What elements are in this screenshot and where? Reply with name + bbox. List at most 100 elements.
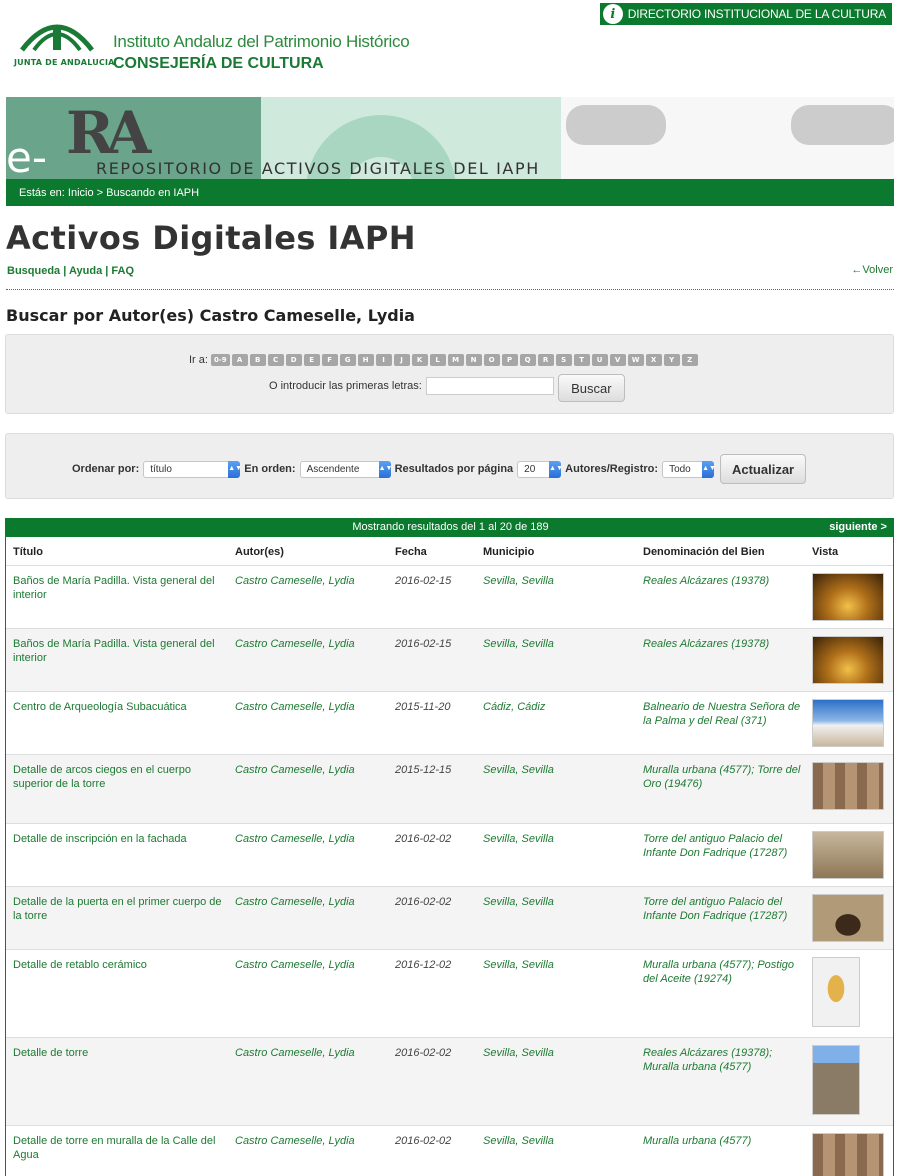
actualizar-button[interactable]: Actualizar bbox=[720, 454, 807, 484]
nav-ayuda-link[interactable]: Ayuda bbox=[69, 265, 102, 277]
letter-button[interactable]: F bbox=[321, 354, 338, 366]
row-title-link[interactable]: Detalle de torre bbox=[13, 1046, 223, 1060]
letter-button[interactable]: N bbox=[465, 354, 482, 366]
row-municipio-link[interactable]: Sevilla, Sevilla bbox=[483, 832, 633, 846]
row-bien-link[interactable]: Torre del antiguo Palacio del Infante Do… bbox=[643, 832, 801, 860]
letter-button[interactable]: S bbox=[555, 354, 572, 366]
row-municipio-link[interactable]: Cádiz, Cádiz bbox=[483, 700, 633, 714]
table-row: Detalle de arcos ciegos en el cuerpo sup… bbox=[6, 755, 893, 824]
row-title-link[interactable]: Baños de María Padilla. Vista general de… bbox=[13, 574, 223, 602]
letter-button[interactable]: T bbox=[573, 354, 590, 366]
row-municipio-link[interactable]: Sevilla, Sevilla bbox=[483, 637, 633, 651]
row-bien-link[interactable]: Balneario de Nuestra Señora de la Palma … bbox=[643, 700, 801, 728]
row-title-link[interactable]: Baños de María Padilla. Vista general de… bbox=[13, 637, 223, 665]
row-municipio-link[interactable]: Sevilla, Sevilla bbox=[483, 1046, 633, 1060]
row-thumbnail[interactable] bbox=[812, 894, 884, 942]
row-author-link[interactable]: Castro Cameselle, Lydia bbox=[235, 895, 385, 909]
row-bien-link[interactable]: Torre del antiguo Palacio del Infante Do… bbox=[643, 895, 801, 923]
order-select[interactable]: Ascendente ▲▼ bbox=[299, 460, 392, 478]
letter-button[interactable]: X bbox=[645, 354, 662, 366]
letter-button[interactable]: G bbox=[339, 354, 356, 366]
row-author-link[interactable]: Castro Cameselle, Lydia bbox=[235, 832, 385, 846]
letter-button[interactable]: Z bbox=[681, 354, 698, 366]
thumbnail-image bbox=[812, 636, 884, 684]
order-by-select[interactable]: título ▲▼ bbox=[143, 460, 242, 478]
nav-faq-link[interactable]: FAQ bbox=[111, 265, 134, 277]
col-denominacion[interactable]: Denominación del Bien bbox=[643, 546, 765, 558]
col-titulo[interactable]: Título bbox=[13, 546, 43, 558]
row-municipio-link[interactable]: Sevilla, Sevilla bbox=[483, 895, 633, 909]
row-municipio-link[interactable]: Sevilla, Sevilla bbox=[483, 958, 633, 972]
col-fecha[interactable]: Fecha bbox=[395, 546, 427, 558]
nav-busqueda-link[interactable]: Busqueda bbox=[7, 265, 60, 277]
junta-andalucia-logo[interactable]: JUNTA DE ANDALUCIA bbox=[14, 10, 114, 74]
letter-button[interactable]: D bbox=[285, 354, 302, 366]
breadcrumb[interactable]: Estás en: Inicio > Buscando en IAPH bbox=[6, 179, 894, 206]
letter-button[interactable]: P bbox=[501, 354, 518, 366]
letter-button[interactable]: B bbox=[249, 354, 266, 366]
letter-button[interactable]: Y bbox=[663, 354, 680, 366]
row-title-link[interactable]: Detalle de la puerta en el primer cuerpo… bbox=[13, 895, 223, 923]
letter-button[interactable]: I bbox=[375, 354, 392, 366]
letter-button[interactable]: C bbox=[267, 354, 284, 366]
institute-name[interactable]: Instituto Andaluz del Patrimonio Históri… bbox=[113, 32, 410, 52]
directorio-link[interactable]: i DIRECTORIO INSTITUCIONAL DE LA CULTURA bbox=[599, 3, 892, 25]
row-title-link[interactable]: Detalle de arcos ciegos en el cuerpo sup… bbox=[13, 763, 223, 791]
letter-button[interactable]: 0-9 bbox=[210, 354, 230, 366]
row-municipio-link[interactable]: Sevilla, Sevilla bbox=[483, 1134, 633, 1148]
row-bien-link[interactable]: Reales Alcázares (19378) bbox=[643, 574, 801, 588]
back-link[interactable]: ←Volver bbox=[851, 264, 893, 276]
row-title-link[interactable]: Detalle de inscripción en la fachada bbox=[13, 832, 223, 846]
row-author-link[interactable]: Castro Cameselle, Lydia bbox=[235, 1134, 385, 1148]
row-bien-link[interactable]: Muralla urbana (4577); Torre del Oro (19… bbox=[643, 763, 801, 791]
row-bien-link[interactable]: Reales Alcázares (19378) bbox=[643, 637, 801, 651]
letter-button[interactable]: U bbox=[591, 354, 608, 366]
letter-button[interactable]: V bbox=[609, 354, 626, 366]
col-municipio[interactable]: Municipio bbox=[483, 546, 534, 558]
letter-button[interactable]: Q bbox=[519, 354, 536, 366]
row-author-link[interactable]: Castro Cameselle, Lydia bbox=[235, 1046, 385, 1060]
row-author-link[interactable]: Castro Cameselle, Lydia bbox=[235, 958, 385, 972]
row-thumbnail[interactable] bbox=[812, 762, 884, 810]
row-thumbnail[interactable] bbox=[812, 957, 860, 1027]
next-page-link[interactable]: siguiente > bbox=[829, 521, 887, 533]
letter-button[interactable]: J bbox=[393, 354, 410, 366]
row-thumbnail[interactable] bbox=[812, 831, 884, 879]
letter-button[interactable]: M bbox=[447, 354, 464, 366]
banner-shape bbox=[566, 105, 666, 145]
consejeria-name[interactable]: CONSEJERÍA DE CULTURA bbox=[113, 55, 324, 73]
per-page-select[interactable]: 20 ▲▼ bbox=[517, 460, 563, 478]
letter-button[interactable]: K bbox=[411, 354, 428, 366]
row-title-link[interactable]: Centro de Arqueología Subacuática bbox=[13, 700, 223, 714]
authors-select[interactable]: Todo ▲▼ bbox=[662, 460, 716, 478]
row-municipio-link[interactable]: Sevilla, Sevilla bbox=[483, 763, 633, 777]
letter-button[interactable]: W bbox=[627, 354, 644, 366]
row-thumbnail[interactable] bbox=[812, 1133, 884, 1176]
buscar-button[interactable]: Buscar bbox=[557, 374, 625, 402]
row-title-link[interactable]: Detalle de retablo cerámico bbox=[13, 958, 223, 972]
row-thumbnail[interactable] bbox=[812, 1045, 860, 1115]
table-body: Baños de María Padilla. Vista general de… bbox=[6, 566, 893, 1176]
letter-button[interactable]: R bbox=[537, 354, 554, 366]
row-thumbnail[interactable] bbox=[812, 699, 884, 747]
authors-value: Todo bbox=[669, 463, 691, 475]
letter-button[interactable]: L bbox=[429, 354, 446, 366]
row-author-link[interactable]: Castro Cameselle, Lydia bbox=[235, 574, 385, 588]
first-letters-input[interactable] bbox=[425, 377, 554, 395]
letter-button[interactable]: E bbox=[303, 354, 320, 366]
row-municipio-link[interactable]: Sevilla, Sevilla bbox=[483, 574, 633, 588]
row-author-link[interactable]: Castro Cameselle, Lydia bbox=[235, 763, 385, 777]
col-autores[interactable]: Autor(es) bbox=[235, 546, 284, 558]
row-title-link[interactable]: Detalle de torre en muralla de la Calle … bbox=[13, 1134, 223, 1162]
banner-title: REPOSITORIO DE ACTIVOS DIGITALES DEL IAP… bbox=[96, 159, 540, 178]
row-bien-link[interactable]: Muralla urbana (4577) bbox=[643, 1134, 801, 1148]
row-author-link[interactable]: Castro Cameselle, Lydia bbox=[235, 700, 385, 714]
letter-button[interactable]: A bbox=[231, 354, 248, 366]
row-bien-link[interactable]: Muralla urbana (4577); Postigo del Aceit… bbox=[643, 958, 801, 986]
row-thumbnail[interactable] bbox=[812, 636, 884, 684]
row-thumbnail[interactable] bbox=[812, 573, 884, 621]
letter-button[interactable]: H bbox=[357, 354, 374, 366]
letter-button[interactable]: O bbox=[483, 354, 500, 366]
row-bien-link[interactable]: Reales Alcázares (19378); Muralla urbana… bbox=[643, 1046, 801, 1074]
row-author-link[interactable]: Castro Cameselle, Lydia bbox=[235, 637, 385, 651]
